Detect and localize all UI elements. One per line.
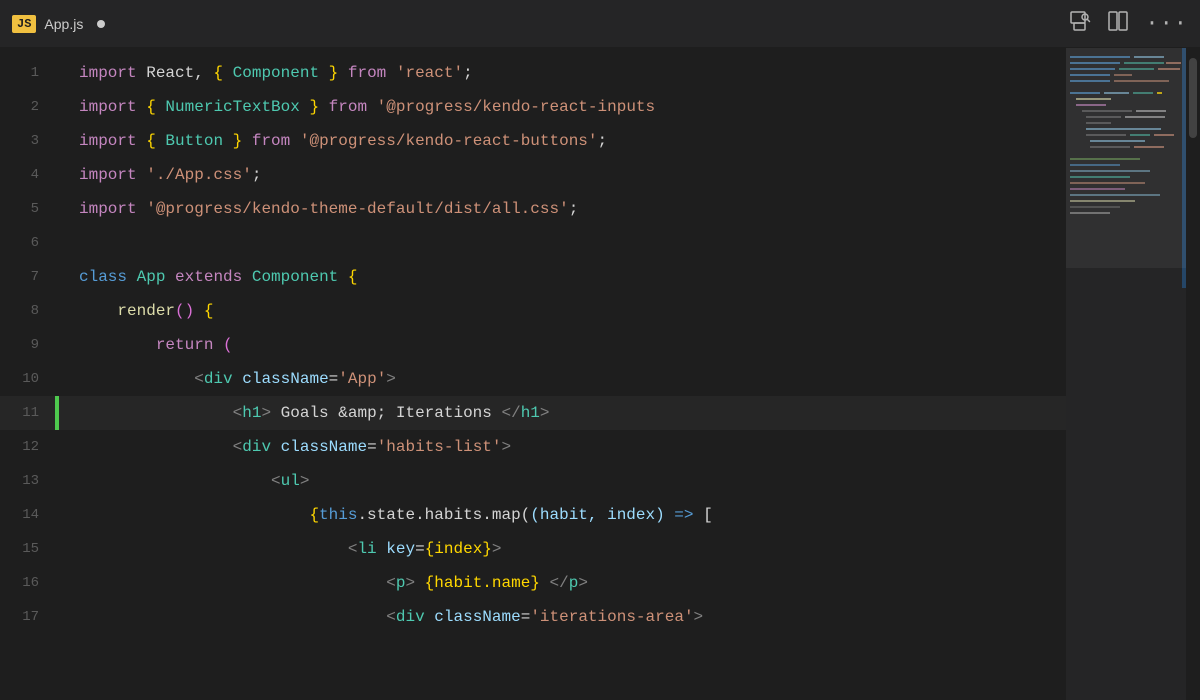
line-number: 9 [0,328,55,362]
line-content: <li key={index}> [59,532,1066,566]
line-number: 3 [0,124,55,158]
line-number: 17 [0,600,55,634]
tab-filename: App.js [44,16,83,32]
line-content: import './App.css'; [59,158,1066,192]
line-number: 14 [0,498,55,532]
code-line: 1import React, { Component } from 'react… [0,56,1066,90]
code-line: 5import '@progress/kendo-theme-default/d… [0,192,1066,226]
code-line: 16 <p> {habit.name} </p> [0,566,1066,600]
line-number: 10 [0,362,55,396]
line-number: 2 [0,90,55,124]
code-line: 12 <div className='habits-list'> [0,430,1066,464]
line-number: 7 [0,260,55,294]
line-content: return ( [59,328,1066,362]
line-content: import { Button } from '@progress/kendo-… [59,124,1066,158]
line-number: 5 [0,192,55,226]
code-line: 3import { Button } from '@progress/kendo… [0,124,1066,158]
js-badge: JS [12,15,36,33]
scrollbar-track[interactable] [1186,48,1200,700]
code-line: 17 <div className='iterations-area'> [0,600,1066,634]
code-editor[interactable]: 1import React, { Component } from 'react… [0,48,1066,700]
unsaved-indicator [97,20,105,28]
line-content: import { NumericTextBox } from '@progres… [59,90,1066,124]
code-line: 14 {this.state.habits.map((habit, index)… [0,498,1066,532]
line-content: import React, { Component } from 'react'… [59,56,1066,90]
title-bar: JS App.js ··· [0,0,1200,48]
code-line: 15 <li key={index}> [0,532,1066,566]
line-content: <div className='App'> [59,362,1066,396]
line-content: <div className='habits-list'> [59,430,1066,464]
tab[interactable]: JS App.js [12,15,105,33]
line-number: 1 [0,56,55,90]
line-content: render() { [59,294,1066,328]
line-number: 15 [0,532,55,566]
code-line: 9 return ( [0,328,1066,362]
toolbar-buttons: ··· [1069,10,1188,38]
line-number: 13 [0,464,55,498]
code-line: 13 <ul> [0,464,1066,498]
layout-icon[interactable] [1107,10,1129,38]
minimap[interactable] [1066,48,1186,700]
line-number: 11 [0,396,55,430]
code-line: 8 render() { [0,294,1066,328]
line-number: 4 [0,158,55,192]
line-number: 16 [0,566,55,600]
line-content: class App extends Component { [59,260,1066,294]
main-content: 1import React, { Component } from 'react… [0,48,1200,700]
code-line: 7class App extends Component { [0,260,1066,294]
line-content: <p> {habit.name} </p> [59,566,1066,600]
line-number: 12 [0,430,55,464]
minimap-highlight [1066,48,1186,268]
search-icon[interactable] [1069,10,1091,38]
code-line: 4import './App.css'; [0,158,1066,192]
code-line: 11 <h1> Goals &amp; Iterations </h1> [0,396,1066,430]
scrollbar-thumb[interactable] [1189,58,1197,138]
code-line: 2import { NumericTextBox } from '@progre… [0,90,1066,124]
line-content: <div className='iterations-area'> [59,600,1066,634]
line-content: {this.state.habits.map((habit, index) =>… [59,498,1066,532]
code-lines: 1import React, { Component } from 'react… [0,48,1066,642]
line-content: <h1> Goals &amp; Iterations </h1> [59,396,1066,430]
code-line: 10 <div className='App'> [0,362,1066,396]
more-icon[interactable]: ··· [1145,13,1188,35]
line-number: 6 [0,226,55,260]
line-content: <ul> [59,464,1066,498]
line-number: 8 [0,294,55,328]
line-content: import '@progress/kendo-theme-default/di… [59,192,1066,226]
code-line: 6 [0,226,1066,260]
line-indicator [55,226,59,260]
